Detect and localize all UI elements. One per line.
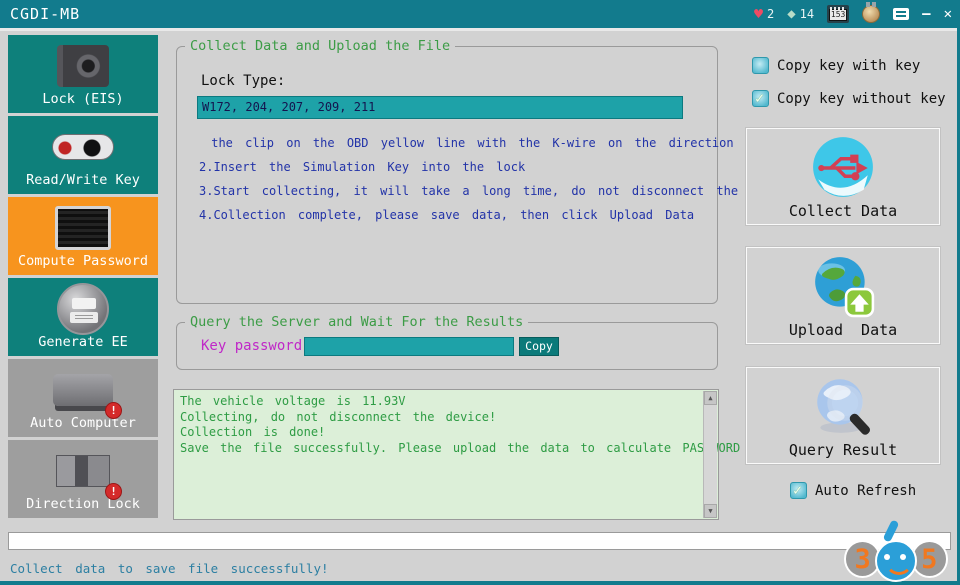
action-button-label: Collect Data xyxy=(789,202,897,220)
action-button-label: Query Result xyxy=(789,441,897,459)
upload-data-button[interactable]: Upload Data xyxy=(746,247,940,344)
lock-type-label: Lock Type: xyxy=(201,73,285,89)
checkbox-label: Auto Refresh xyxy=(815,483,916,499)
lock-type-select[interactable]: W172, 204, 207, 209, 211 xyxy=(197,96,683,119)
log-output[interactable]: The vehicle voltage is 11.93V Collecting… xyxy=(173,389,719,520)
copy-key-with-key-checkbox[interactable]: Copy key with key xyxy=(752,57,920,74)
checkbox-label: Copy key without key xyxy=(777,91,946,107)
usb-icon xyxy=(810,134,876,200)
logo-365: 3 6 5 xyxy=(844,518,948,582)
warning-badge-icon: ! xyxy=(105,402,122,419)
copy-key-without-key-checkbox[interactable]: Copy key without key xyxy=(752,90,946,107)
heart-icon: ♥ xyxy=(754,5,763,23)
sidebar-item-label: Compute Password xyxy=(18,253,148,269)
collect-data-group-title: Collect Data and Upload the File xyxy=(185,38,455,54)
instruction-line: 4.Collection complete, please save data,… xyxy=(199,203,816,227)
warning-badge-icon: ! xyxy=(105,483,122,500)
menu-icon[interactable] xyxy=(893,8,909,20)
checkbox-icon[interactable] xyxy=(790,482,807,499)
printer-counter-value: 153 xyxy=(829,9,847,21)
direction-lock-warning-icon xyxy=(56,455,110,487)
globe-upload-icon xyxy=(810,253,876,319)
log-line: The vehicle voltage is 11.93V xyxy=(180,394,698,410)
checkbox-icon[interactable] xyxy=(752,57,769,74)
printer-counter-icon: 153 xyxy=(827,5,849,23)
checkbox-icon[interactable] xyxy=(752,90,769,107)
sidebar-item-label: Auto Computer xyxy=(30,415,136,431)
sidebar-item-label: Generate EE xyxy=(38,334,127,350)
sidebar-item-label: Direction Lock xyxy=(26,496,140,512)
scroll-up-icon[interactable]: ▲ xyxy=(704,391,717,405)
globe-search-icon xyxy=(810,373,876,439)
key-password-input[interactable] xyxy=(304,337,514,356)
close-icon[interactable]: ✕ xyxy=(944,6,952,22)
sidebar-item-generate-ee[interactable]: Generate EE xyxy=(8,278,158,356)
query-server-group: Query the Server and Wait For the Result… xyxy=(176,322,718,370)
copy-button[interactable]: Copy xyxy=(519,337,559,356)
auto-refresh-checkbox[interactable]: Auto Refresh xyxy=(790,482,916,499)
printer-circle-icon xyxy=(57,283,109,335)
gem-count: 14 xyxy=(800,7,814,21)
sidebar-item-auto-computer[interactable]: ! Auto Computer xyxy=(8,359,158,437)
query-result-button[interactable]: Query Result xyxy=(746,367,940,464)
sidebar-item-read-write-key[interactable]: Read/Write Key xyxy=(8,116,158,194)
titlebar: CGDI-MB ♥ 2 ◆ 14 153 – ✕ xyxy=(0,0,960,28)
collect-data-button[interactable]: Collect Data xyxy=(746,128,940,225)
scroll-down-icon[interactable]: ▼ xyxy=(704,504,717,518)
titlebar-separator xyxy=(0,28,960,31)
key-password-label: Key password xyxy=(201,338,302,354)
collect-data-group: Collect Data and Upload the File Lock Ty… xyxy=(176,46,718,304)
log-line: Save the file successfully. Please uploa… xyxy=(180,441,698,457)
log-scrollbar[interactable]: ▲ ▼ xyxy=(703,391,717,518)
app-window: CGDI-MB ♥ 2 ◆ 14 153 – ✕ Lock (EIS) Read… xyxy=(0,0,960,585)
sidebar-item-label: Lock (EIS) xyxy=(42,91,123,107)
sidebar-item-lock-eis[interactable]: Lock (EIS) xyxy=(8,35,158,113)
gem-icon: ◆ xyxy=(787,6,795,22)
instruction-line: 3.Start collecting, it will take a long … xyxy=(199,179,816,203)
instruction-line: 2.Insert the Simulation Key into the loc… xyxy=(199,155,816,179)
status-message: Collect data to save file successfully! xyxy=(10,561,329,576)
action-button-label: Upload Data xyxy=(789,321,897,339)
sidebar-item-compute-password[interactable]: Compute Password xyxy=(8,197,158,275)
query-server-group-title: Query the Server and Wait For the Result… xyxy=(185,314,528,330)
sidebar-item-direction-lock[interactable]: ! Direction Lock xyxy=(8,440,158,518)
eis-lock-icon xyxy=(57,45,109,87)
logo-digit-6: 6 xyxy=(875,522,916,582)
log-line: Collection is done! xyxy=(180,425,698,441)
car-key-icon xyxy=(52,134,114,160)
progress-bar xyxy=(8,532,951,550)
password-screen-icon xyxy=(55,206,111,250)
checkbox-label: Copy key with key xyxy=(777,58,920,74)
heart-count: 2 xyxy=(767,7,774,21)
minimize-icon[interactable]: – xyxy=(922,6,930,22)
instructions: the clip on the OBD yellow line with the… xyxy=(199,131,816,227)
window-border-bottom xyxy=(0,581,960,585)
log-line: Collecting, do not disconnect the device… xyxy=(180,410,698,426)
window-title: CGDI-MB xyxy=(10,5,80,23)
ecu-warning-icon xyxy=(53,374,113,406)
medal-icon xyxy=(862,5,880,23)
sidebar-item-label: Read/Write Key xyxy=(26,172,140,188)
instruction-line: the clip on the OBD yellow line with the… xyxy=(199,131,816,155)
